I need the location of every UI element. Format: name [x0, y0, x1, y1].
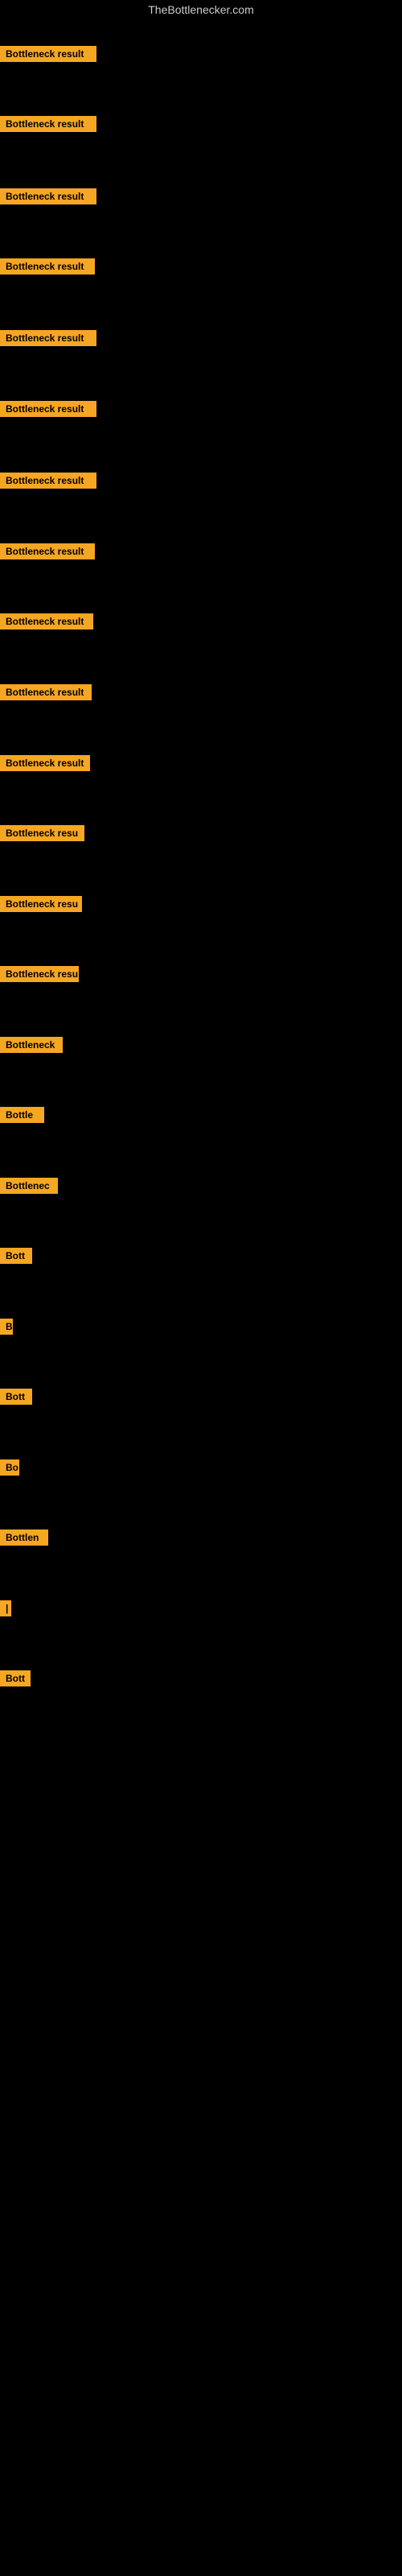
bottleneck-badge[interactable]: Bottleneck result: [0, 116, 96, 132]
bottleneck-badge[interactable]: Bottle: [0, 1107, 44, 1123]
bottleneck-result-row: Bo: [0, 1459, 19, 1480]
bottleneck-badge[interactable]: Bottleneck result: [0, 755, 90, 771]
bottleneck-badge[interactable]: Bo: [0, 1459, 19, 1476]
bottleneck-result-row: Bottleneck result: [0, 755, 90, 775]
bottleneck-badge[interactable]: Bottleneck result: [0, 330, 96, 346]
bottleneck-result-row: Bott: [0, 1248, 32, 1268]
bottleneck-badge[interactable]: Bottleneck result: [0, 46, 96, 62]
bottleneck-badge[interactable]: Bottlen: [0, 1530, 48, 1546]
bottleneck-badge[interactable]: Bott: [0, 1670, 31, 1686]
bottleneck-result-row: Bottleneck result: [0, 330, 96, 350]
bottleneck-result-row: Bott: [0, 1670, 31, 1690]
bottleneck-badge[interactable]: Bottleneck result: [0, 613, 93, 630]
bottleneck-badge[interactable]: B: [0, 1319, 13, 1335]
bottleneck-badge[interactable]: Bottlenec: [0, 1178, 58, 1194]
bottleneck-badge[interactable]: Bottleneck resu: [0, 896, 82, 912]
bottleneck-badge[interactable]: |: [0, 1600, 11, 1616]
bottleneck-result-row: Bottleneck result: [0, 401, 96, 421]
bottleneck-result-row: Bottlen: [0, 1530, 48, 1550]
bottleneck-result-row: Bottleneck resu: [0, 825, 84, 845]
bottleneck-result-row: Bottleneck result: [0, 473, 96, 493]
bottleneck-badge[interactable]: Bottleneck resu: [0, 825, 84, 841]
bottleneck-result-row: |: [0, 1600, 11, 1620]
bottleneck-badge[interactable]: Bottleneck result: [0, 684, 92, 700]
bottleneck-badge[interactable]: Bottleneck: [0, 1037, 63, 1053]
bottleneck-badge[interactable]: Bottleneck result: [0, 258, 95, 275]
bottleneck-result-row: B: [0, 1319, 13, 1339]
bottleneck-result-row: Bottleneck result: [0, 258, 95, 279]
site-title: TheBottlenecker.com: [0, 0, 402, 19]
bottleneck-result-row: Bott: [0, 1389, 32, 1409]
bottleneck-result-row: Bottleneck result: [0, 188, 96, 208]
bottleneck-result-row: Bottleneck result: [0, 116, 96, 136]
bottleneck-badge[interactable]: Bott: [0, 1389, 32, 1405]
bottleneck-badge[interactable]: Bottleneck result: [0, 401, 96, 417]
bottleneck-result-row: Bottlenec: [0, 1178, 58, 1198]
bottleneck-result-row: Bottleneck resu: [0, 896, 82, 916]
bottleneck-result-row: Bottleneck result: [0, 684, 92, 704]
bottleneck-result-row: Bottleneck: [0, 1037, 63, 1057]
bottleneck-badge[interactable]: Bott: [0, 1248, 32, 1264]
bottleneck-result-row: Bottleneck result: [0, 543, 95, 564]
bottleneck-result-row: Bottleneck result: [0, 46, 96, 66]
bottleneck-result-row: Bottle: [0, 1107, 44, 1127]
bottleneck-result-row: Bottleneck result: [0, 613, 93, 634]
bottleneck-badge[interactable]: Bottleneck result: [0, 188, 96, 204]
bottleneck-result-row: Bottleneck resu: [0, 966, 79, 986]
bottleneck-badge[interactable]: Bottleneck result: [0, 473, 96, 489]
bottleneck-badge[interactable]: Bottleneck result: [0, 543, 95, 559]
bottleneck-badge[interactable]: Bottleneck resu: [0, 966, 79, 982]
